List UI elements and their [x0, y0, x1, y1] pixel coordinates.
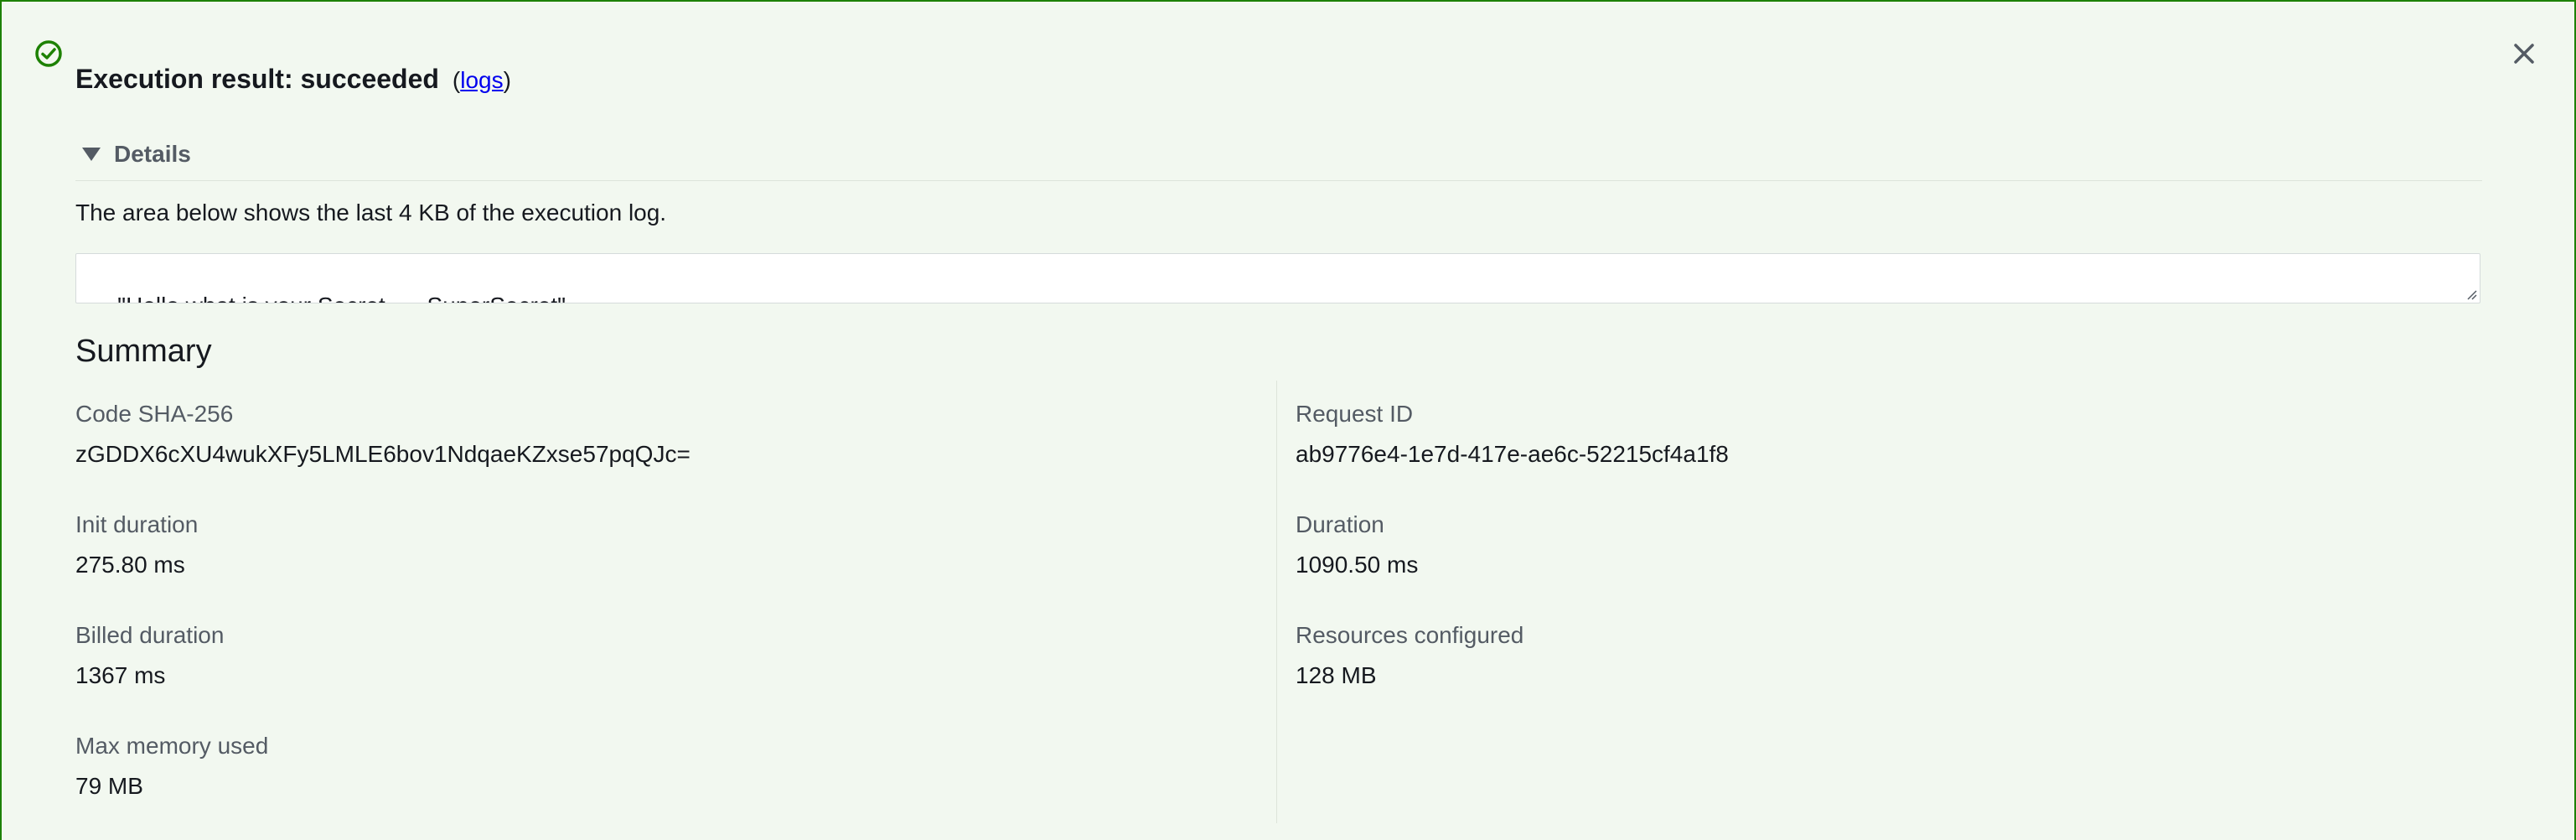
log-output-text: "Hello what is your Secret - - SuperSecr…	[117, 293, 566, 303]
resize-handle-icon[interactable]	[2465, 288, 2477, 300]
check-circle-icon	[35, 40, 62, 67]
field-duration: Duration 1090.50 ms	[1296, 510, 1418, 580]
result-title: Execution result: succeeded	[75, 64, 439, 94]
field-label: Duration	[1296, 511, 1384, 537]
field-value: 128 MB	[1296, 662, 1377, 688]
logs-close-paren: )	[503, 67, 511, 93]
logs-link[interactable]: logs	[460, 67, 503, 93]
summary-column-divider	[1276, 381, 1277, 823]
log-output-area[interactable]: "Hello what is your Secret - - SuperSecr…	[75, 253, 2480, 303]
field-request-id: Request ID ab9776e4-1e7d-417e-ae6c-52215…	[1296, 399, 1729, 469]
field-label: Init duration	[75, 511, 199, 537]
log-description: The area below shows the last 4 KB of th…	[75, 200, 667, 226]
field-max-memory-used: Max memory used 79 MB	[75, 731, 268, 801]
details-label: Details	[114, 141, 191, 167]
logs-open-paren: (	[452, 67, 461, 93]
field-label: Request ID	[1296, 401, 1414, 427]
field-value: 1090.50 ms	[1296, 552, 1419, 578]
field-billed-duration: Billed duration 1367 ms	[75, 620, 224, 691]
result-header: Execution result: succeeded (logs)	[75, 64, 511, 95]
field-label: Code SHA-256	[75, 401, 234, 427]
summary-title: Summary	[75, 334, 212, 369]
field-value: 275.80 ms	[75, 552, 185, 578]
details-divider	[75, 180, 2482, 181]
logs-link-wrapper: (logs)	[453, 67, 511, 94]
field-value: ab9776e4-1e7d-417e-ae6c-52215cf4a1f8	[1296, 441, 1729, 467]
field-value: 1367 ms	[75, 662, 166, 688]
field-label: Max memory used	[75, 733, 269, 759]
details-toggle[interactable]: Details	[82, 141, 191, 168]
close-icon[interactable]	[2507, 37, 2541, 70]
field-value: zGDDX6cXU4wukXFy5LMLE6bov1NdqaeKZxse57pq…	[75, 441, 691, 467]
field-value: 79 MB	[75, 773, 143, 799]
field-init-duration: Init duration 275.80 ms	[75, 510, 198, 580]
field-code-sha256: Code SHA-256 zGDDX6cXU4wukXFy5LMLE6bov1N…	[75, 399, 691, 469]
execution-result-panel: Execution result: succeeded (logs) Detai…	[0, 0, 2576, 840]
field-label: Resources configured	[1296, 622, 1524, 648]
field-resources-configured: Resources configured 128 MB	[1296, 620, 1523, 691]
field-label: Billed duration	[75, 622, 225, 648]
caret-down-icon	[82, 148, 101, 161]
